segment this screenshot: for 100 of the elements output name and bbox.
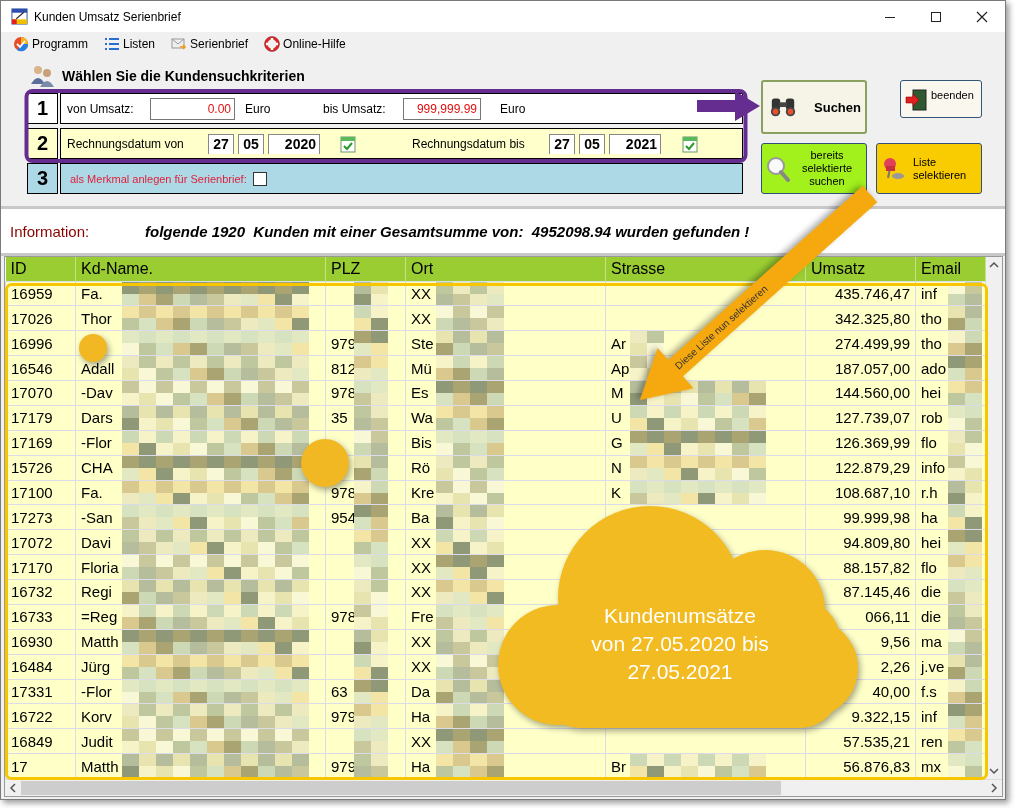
menu-item[interactable]: Online-Hilfe <box>264 36 346 52</box>
table-cell: tho <box>921 309 942 327</box>
select-list-button[interactable]: Liste selektieren <box>876 143 982 194</box>
input-field[interactable]: 2020 <box>268 133 320 154</box>
table-cell: 274.499,99 <box>834 334 910 352</box>
column-header[interactable]: Ort <box>405 257 606 281</box>
table-cell: Fa. <box>81 483 103 501</box>
pixelation-drawing <box>436 282 504 305</box>
pie-chart-icon <box>13 36 29 52</box>
table-cell: U <box>611 409 622 427</box>
table-cell: tho <box>921 334 942 352</box>
pixelation-drawing <box>948 630 982 654</box>
calendar-icon[interactable] <box>340 134 356 153</box>
input-field[interactable]: 0.00 <box>150 97 235 120</box>
table-cell: die <box>921 583 942 601</box>
column-header[interactable]: Email <box>915 257 986 281</box>
table-cell: 9.322,15 <box>851 707 910 725</box>
input-field[interactable]: 27 <box>208 133 234 154</box>
table-cell: Ba <box>411 508 430 526</box>
pixelation-drawing <box>436 754 504 778</box>
table-cell: rob <box>921 409 943 427</box>
table-cell: XX <box>411 633 431 651</box>
pixelation-drawing <box>436 456 504 479</box>
unit-label: Euro <box>245 101 272 116</box>
input-field[interactable]: 05 <box>579 133 605 154</box>
marker-dot <box>301 439 349 487</box>
table-cell: 435.746,47 <box>834 284 910 302</box>
input-field[interactable]: 05 <box>238 133 264 154</box>
pixelation-drawing <box>354 406 388 430</box>
information-label: Information: <box>10 222 91 240</box>
input-field[interactable]: 999,999.99 <box>403 97 481 120</box>
table-cell: ma <box>921 633 942 651</box>
people-icon <box>30 64 56 88</box>
column-header[interactable]: PLZ <box>325 257 406 281</box>
table-cell: ha <box>921 508 938 526</box>
table-cell: XX <box>411 309 431 327</box>
table-cell: Br <box>611 757 626 775</box>
pixelation-drawing <box>948 282 982 305</box>
table-cell: ren <box>921 732 943 750</box>
pixelation-drawing <box>436 431 504 455</box>
table-cell: Es <box>411 384 429 402</box>
table-cell: -San <box>81 508 113 526</box>
pixelation-drawing <box>354 555 388 579</box>
pixelation-drawing <box>354 729 388 753</box>
pixelation-drawing <box>436 630 504 654</box>
input-field[interactable]: 2021 <box>609 133 661 154</box>
lifebuoy-icon <box>264 36 281 52</box>
pixelation-drawing <box>948 754 982 778</box>
table-cell: hei <box>921 533 942 551</box>
table-cell: Mü <box>411 359 432 377</box>
pushpin-icon <box>881 155 907 182</box>
menu-item[interactable]: Serienbrief <box>171 36 249 52</box>
pixelation-drawing <box>354 356 388 380</box>
column-header[interactable]: Umsatz <box>805 257 916 281</box>
table-cell: 122.879,29 <box>834 459 910 477</box>
field-label: Rechnungsdatum von <box>67 136 185 151</box>
table-cell: 16849 <box>11 732 53 750</box>
table-cell: Matth <box>81 757 119 775</box>
field-label: Rechnungsdatum bis <box>412 136 526 151</box>
pixelation-drawing <box>948 605 982 629</box>
table-cell: -Dav <box>81 384 113 402</box>
table-cell: 954 <box>331 508 357 526</box>
table-cell: 2,26 <box>880 658 910 676</box>
pixelation-drawing <box>354 680 388 703</box>
calendar-icon[interactable] <box>682 134 698 153</box>
table-cell: Rö <box>411 459 431 477</box>
menu-item[interactable]: Programm <box>13 36 88 52</box>
table-cell: 99.999,98 <box>843 508 910 526</box>
table-cell: 56.876,83 <box>843 757 910 775</box>
menu-item[interactable]: Listen <box>104 36 156 52</box>
pixelation-drawing <box>948 381 982 405</box>
column-header[interactable]: Kd-Name. <box>75 257 326 281</box>
search-button[interactable]: Suchen <box>761 80 867 134</box>
table-cell: Matth <box>81 633 119 651</box>
checkbox[interactable] <box>252 171 267 186</box>
table-cell: Jürg <box>81 658 111 676</box>
pixelation-drawing <box>948 729 982 753</box>
table-cell: j.ve <box>921 658 945 676</box>
pixelation-drawing <box>948 431 982 455</box>
table-cell: Fa. <box>81 284 103 302</box>
table-cell: Thor <box>81 309 112 327</box>
table-cell: 17273 <box>11 508 53 526</box>
table-cell: 63 <box>331 682 348 700</box>
exit-button[interactable]: beenden <box>900 80 982 118</box>
table-cell: XX <box>411 658 431 676</box>
table-cell: 9,56 <box>880 633 910 651</box>
table-cell: Floria <box>81 558 119 576</box>
search-selected-button[interactable]: bereits selektierte suchen <box>761 143 867 194</box>
table-cell: ado <box>921 359 947 377</box>
column-header[interactable]: ID <box>5 257 76 281</box>
table-cell: 144.560,00 <box>834 384 910 402</box>
input-field[interactable]: 27 <box>549 133 575 154</box>
pixelation-drawing <box>354 704 388 728</box>
marker-dot <box>79 334 107 362</box>
table-cell: K <box>611 483 621 501</box>
pixelation-drawing <box>948 306 982 330</box>
pixelation-drawing <box>354 505 388 529</box>
table-cell: 17072 <box>11 533 53 551</box>
scrollbar-thumb[interactable] <box>21 781 781 795</box>
table-cell: 16732 <box>11 583 53 601</box>
